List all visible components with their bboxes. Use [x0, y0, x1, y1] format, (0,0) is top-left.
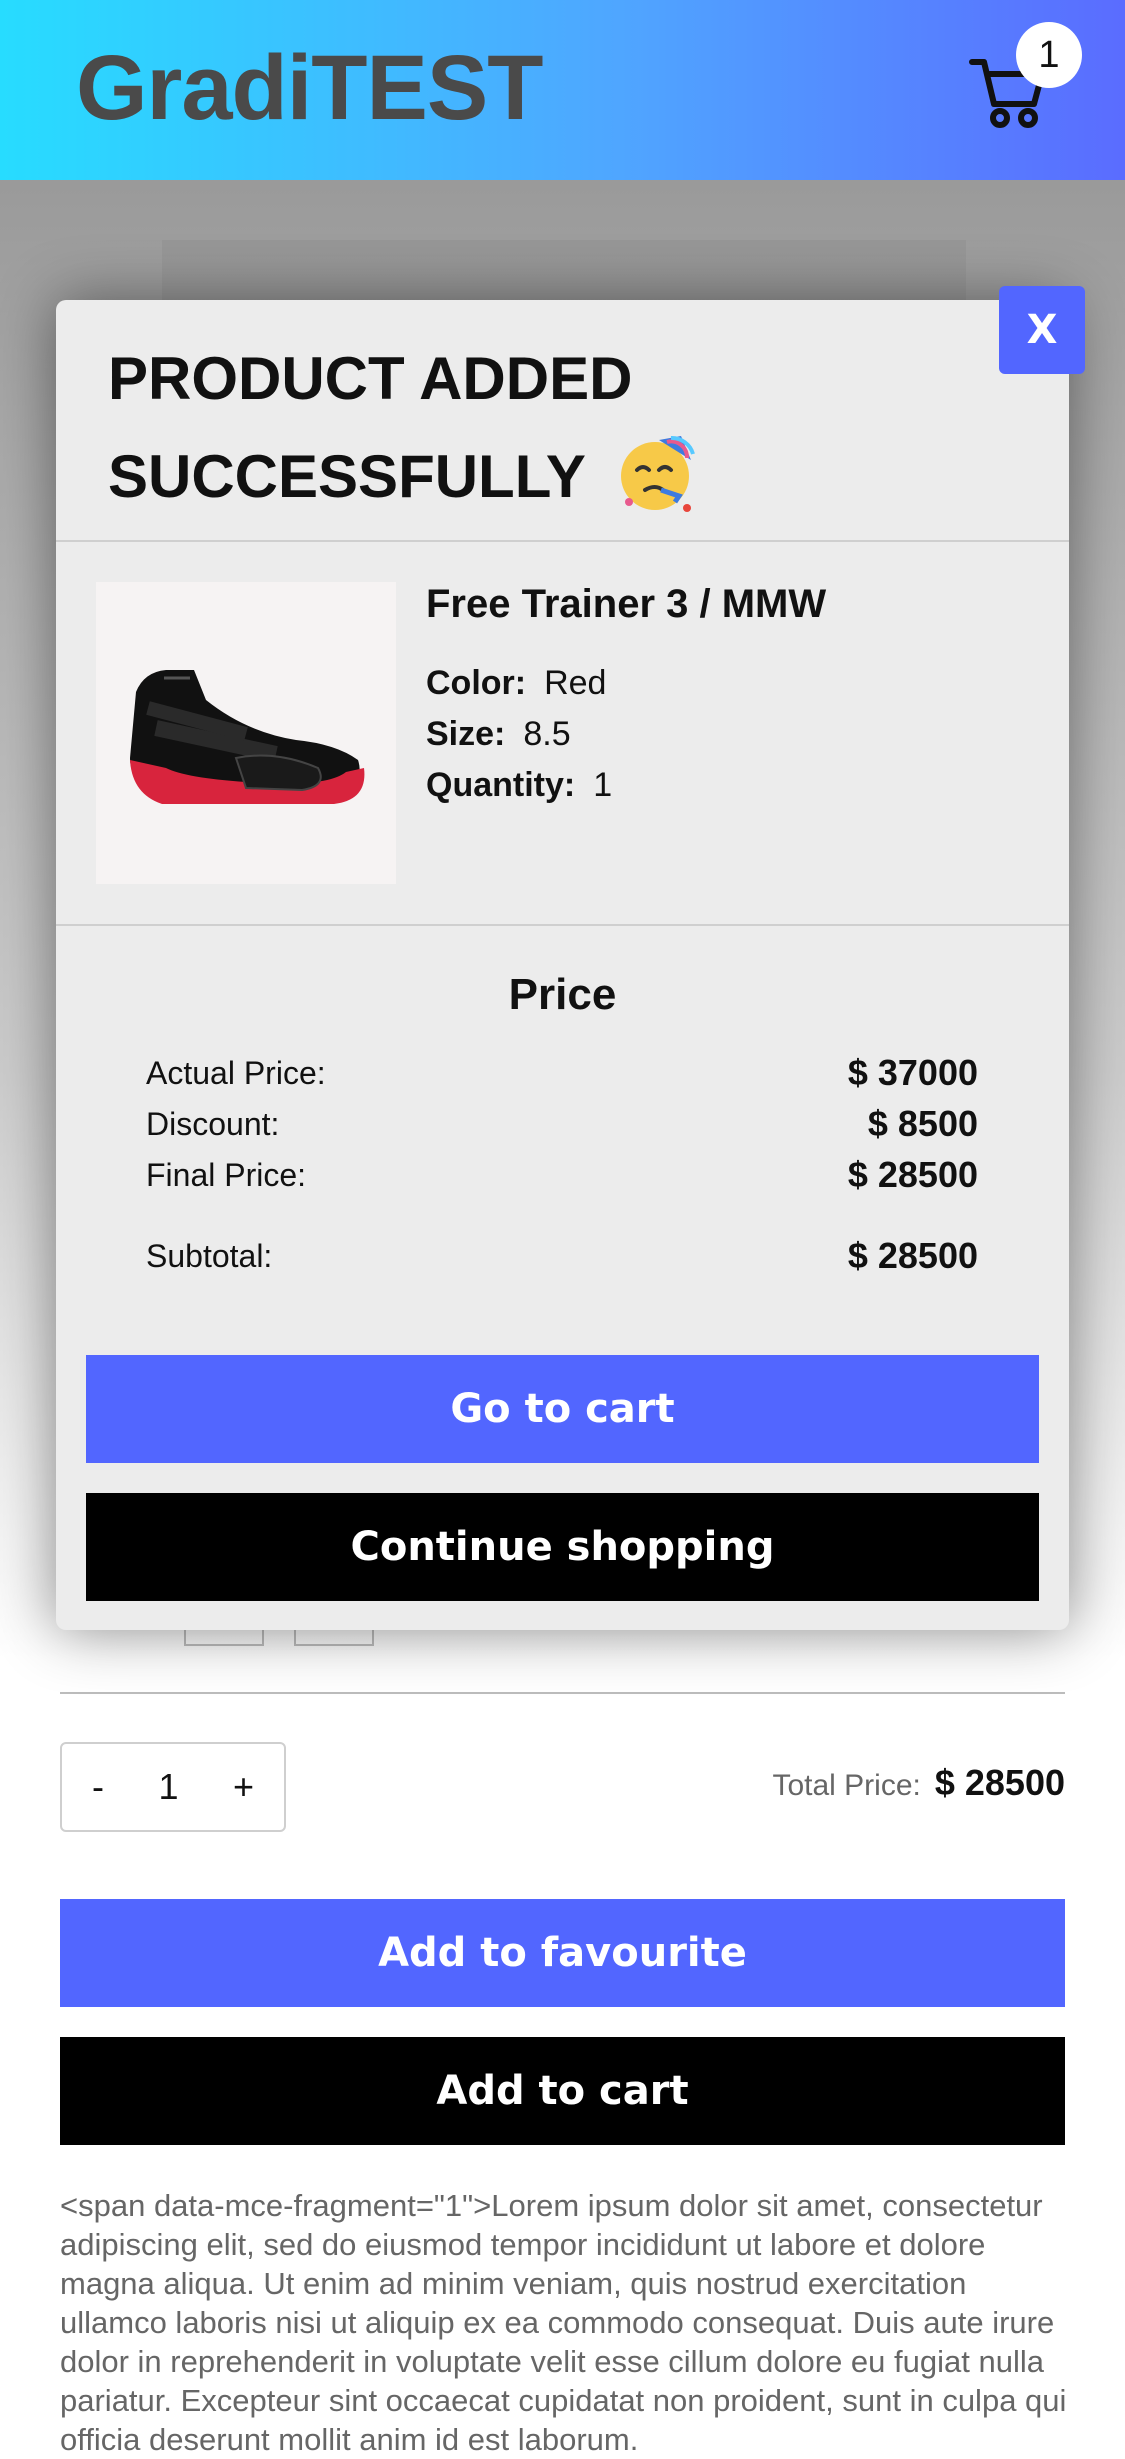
- product-description: <span data-mce-fragment="1">Lorem ipsum …: [60, 2188, 1067, 2457]
- quantity-increase-button[interactable]: +: [233, 1766, 254, 1808]
- subtotal-row: Subtotal: $ 28500: [146, 1235, 978, 1277]
- sneaker-image: [130, 670, 365, 804]
- modal-title-line2: SUCCESSFULLY: [108, 443, 585, 510]
- cart-button[interactable]: 1: [968, 22, 1088, 142]
- add-to-favourite-button[interactable]: Add to favourite: [60, 1899, 1065, 2007]
- final-price-value: $ 28500: [847, 1154, 978, 1195]
- product-name: Free Trainer 3 / MMW: [426, 582, 827, 626]
- actual-price-row: Actual Price: $ 37000: [146, 1052, 978, 1094]
- modal-divider: [56, 540, 1069, 542]
- modal-title: PRODUCT ADDED SUCCESSFULLY: [108, 330, 908, 526]
- total-price-value: $ 28500: [934, 1762, 1065, 1803]
- modal-divider: [56, 924, 1069, 926]
- discount-row: Discount: $ 8500: [146, 1103, 978, 1145]
- discount-value: $ 8500: [867, 1103, 978, 1144]
- actual-price-label: Actual Price:: [146, 1054, 326, 1091]
- final-price-label: Final Price:: [146, 1156, 307, 1193]
- actual-price-value: $ 37000: [847, 1052, 978, 1093]
- product-quantity: Quantity: 1: [426, 766, 612, 805]
- total-price-label: Total Price:: [772, 1769, 921, 1802]
- quantity-value: 1: [158, 1766, 179, 1807]
- product-color: Color: Red: [426, 664, 606, 703]
- price-heading: Price: [508, 970, 617, 1019]
- total-price: Total Price: $ 28500: [772, 1762, 1065, 1804]
- final-price-row: Final Price: $ 28500: [146, 1154, 978, 1196]
- size-value: 8.5: [523, 715, 571, 753]
- site-logo[interactable]: GradiTEST: [76, 38, 543, 138]
- product-thumbnail: [96, 582, 396, 884]
- add-to-cart-button[interactable]: Add to cart: [60, 2037, 1065, 2145]
- quantity-stepper[interactable]: - 1 +: [60, 1742, 286, 1832]
- quantity-value: 1: [593, 766, 613, 804]
- cart-count-badge: 1: [1016, 22, 1082, 88]
- modal-title-line1: PRODUCT ADDED: [108, 345, 633, 412]
- partying-face-icon: [621, 436, 696, 513]
- discount-label: Discount:: [146, 1105, 280, 1142]
- subtotal-label: Subtotal:: [146, 1237, 273, 1274]
- top-header: GradiTEST 1: [0, 0, 1125, 180]
- quantity-decrease-button[interactable]: -: [92, 1766, 104, 1808]
- size-label: Size:: [426, 715, 506, 753]
- subtotal-value: $ 28500: [847, 1235, 978, 1276]
- color-label: Color:: [426, 664, 527, 702]
- divider: [60, 1692, 1065, 1694]
- product-size: Size: 8.5: [426, 715, 571, 754]
- modal-title-line2-wrap: SUCCESSFULLY: [108, 428, 908, 526]
- go-to-cart-button[interactable]: Go to cart: [86, 1355, 1039, 1463]
- quantity-label: Quantity:: [426, 766, 576, 804]
- continue-shopping-button[interactable]: Continue shopping: [86, 1493, 1039, 1601]
- close-modal-button[interactable]: X: [999, 286, 1085, 374]
- color-value: Red: [544, 664, 607, 702]
- product-added-modal: PRODUCT ADDED SUCCESSFULLY Free Trainer …: [56, 300, 1069, 1630]
